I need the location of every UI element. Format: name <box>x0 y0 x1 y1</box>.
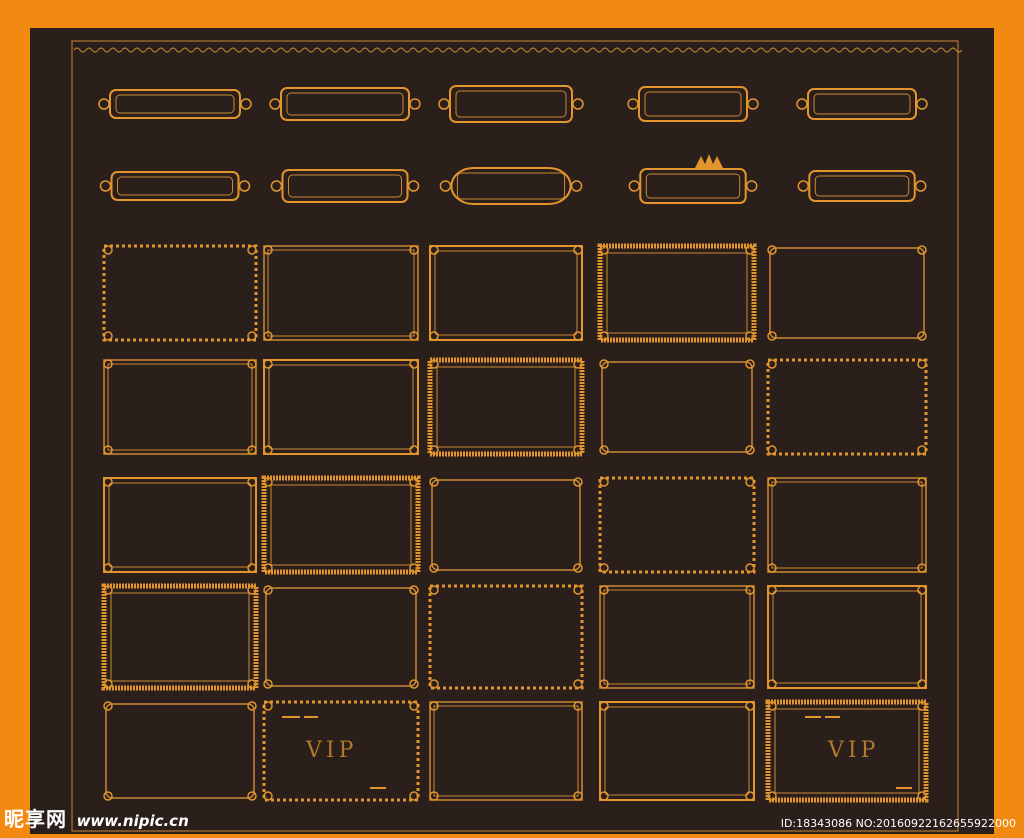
rect-frame-5-1 <box>103 701 257 801</box>
banner-frame-2-5 <box>797 170 927 202</box>
rect-frame-3-5 <box>767 477 927 573</box>
watermark-url: www.nipic.cn <box>76 812 189 830</box>
banner-frame-2-4 <box>628 168 758 204</box>
banner-frame-1-2 <box>269 87 421 121</box>
rect-frame-3-4 <box>598 476 756 574</box>
rect-frame-1-3 <box>429 245 583 341</box>
wavy-border-top <box>73 47 963 53</box>
rect-frame-5-3 <box>429 701 583 801</box>
rect-frame-5-4 <box>599 701 755 801</box>
banner-frame-1-4 <box>627 86 759 122</box>
banner-frame-2-3 <box>439 167 583 205</box>
rect-frame-2-1 <box>103 359 257 455</box>
rect-frame-1-4 <box>597 243 757 343</box>
banner-frame-2-2 <box>270 169 420 203</box>
rect-frame-1-1 <box>102 244 258 342</box>
vip-text-1: VIP <box>306 738 358 763</box>
banner-frame-2-1 <box>99 171 251 201</box>
watermark-id: ID:18343086 NO:20160922162655922000 <box>780 817 1016 830</box>
crown-ornament <box>695 154 723 168</box>
outer-border <box>71 40 959 832</box>
rect-frame-3-2 <box>261 475 421 575</box>
banner-frame-1-5 <box>796 88 928 120</box>
rect-frame-2-4 <box>599 359 755 455</box>
rect-frame-3-3 <box>429 477 583 573</box>
rect-frame-4-2 <box>263 585 419 689</box>
frames-collection <box>71 40 963 832</box>
rect-frame-4-4 <box>599 585 755 689</box>
rect-frame-2-3 <box>427 357 585 457</box>
rect-frame-1-2 <box>263 245 419 341</box>
banner-frame-1-3 <box>438 85 584 123</box>
rect-frame-2-5 <box>766 358 928 456</box>
rect-frame-4-5 <box>767 585 927 689</box>
rect-frame-2-2 <box>263 359 419 455</box>
watermark-logo: 昵享网 www.nipic.cn <box>4 803 189 832</box>
rect-frame-3-1 <box>103 477 257 573</box>
rect-frame-1-5 <box>767 245 927 341</box>
rect-frame-4-1 <box>101 583 259 691</box>
banner-frame-1-1 <box>98 89 252 119</box>
vip-text-2: VIP <box>828 738 880 763</box>
watermark-site-name: 昵享网 <box>4 807 67 831</box>
rect-frame-4-3 <box>428 584 584 690</box>
